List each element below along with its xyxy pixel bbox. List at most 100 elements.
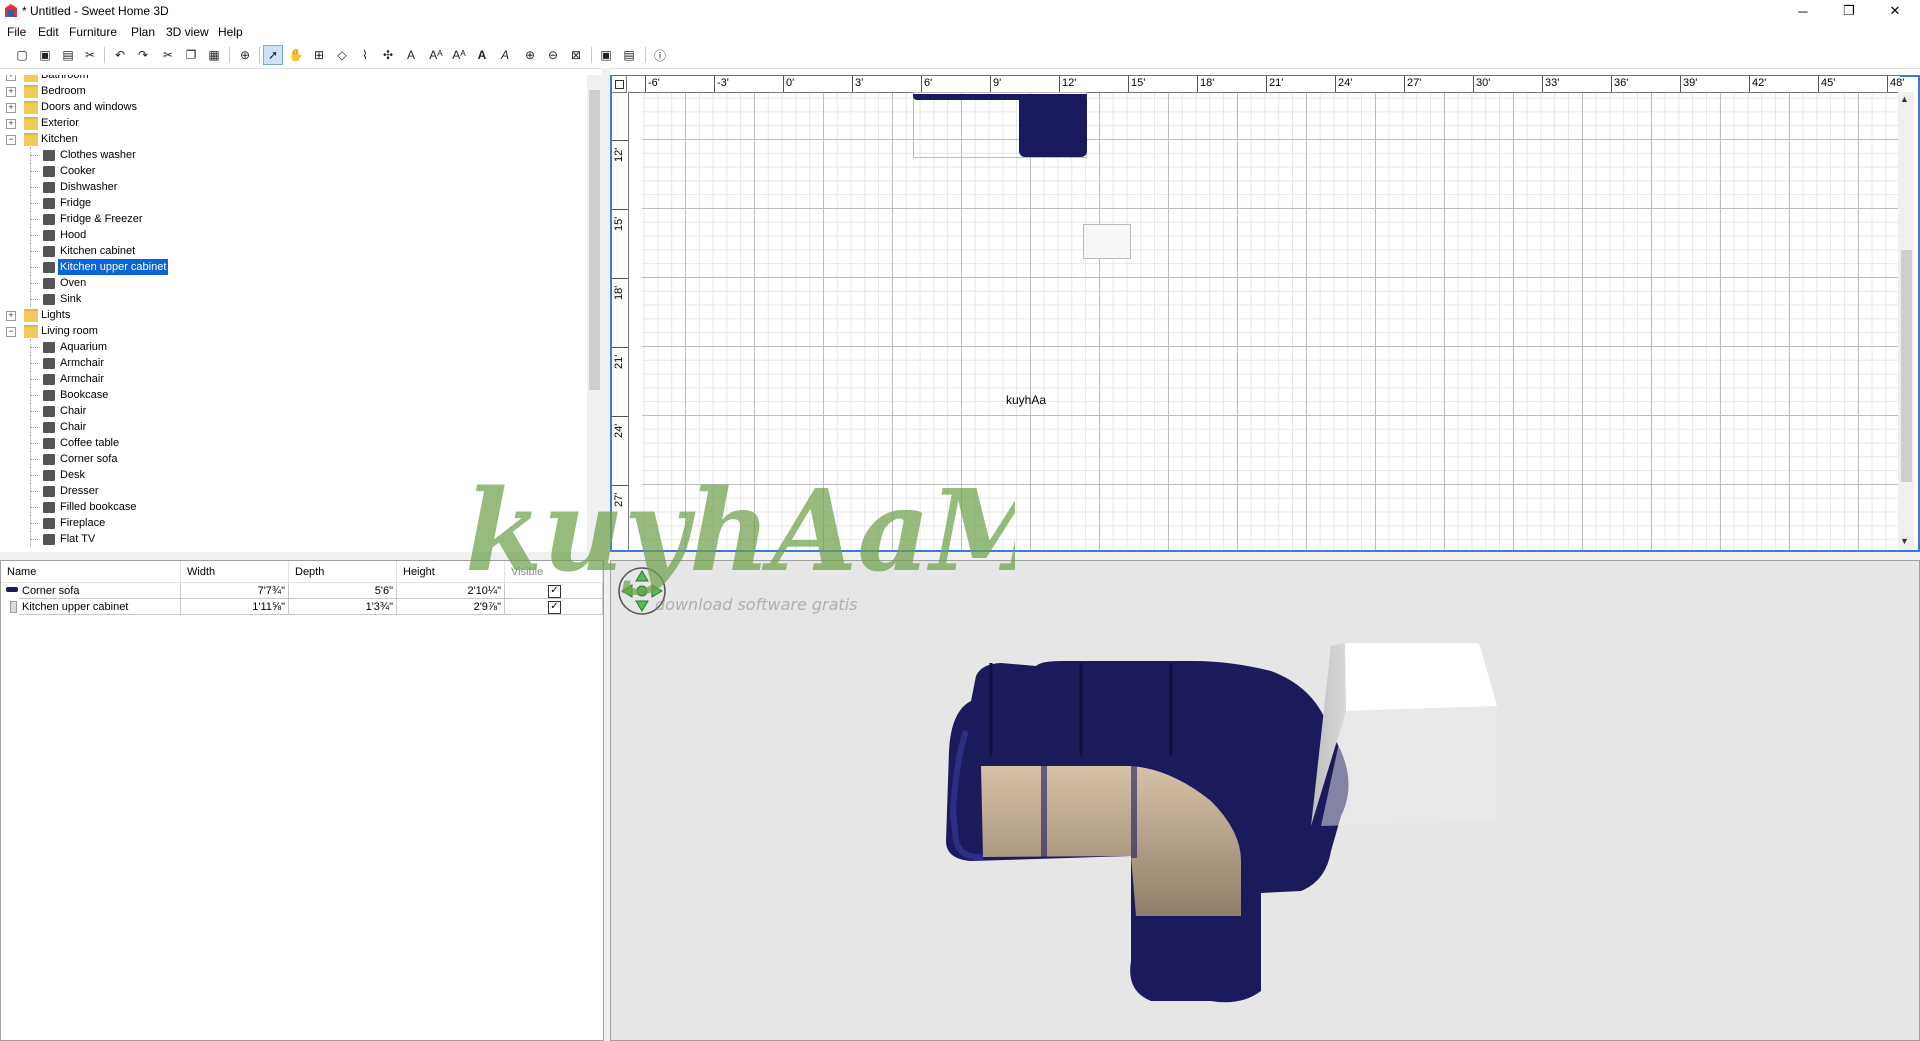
tree-item[interactable]: Kitchen cabinet: [0, 243, 580, 259]
furniture-item-icon: [43, 198, 55, 209]
tree-item[interactable]: Chair: [0, 403, 580, 419]
tree-item[interactable]: Hood: [0, 227, 580, 243]
tree-item[interactable]: Coffee table: [0, 435, 580, 451]
tree-category-label: Kitchen: [41, 133, 78, 145]
create-dimensions-icon[interactable]: ✣: [378, 45, 398, 65]
tree-item[interactable]: Chair: [0, 419, 580, 435]
furniture-item-icon: [43, 166, 55, 177]
kitchen-cabinet-3d: [1311, 643, 1497, 826]
ruler-x-label: -6': [648, 77, 660, 89]
tree-category-label: Doors and windows: [41, 101, 137, 113]
new-home-icon[interactable]: ▢: [12, 45, 32, 65]
bold-icon[interactable]: A: [472, 45, 492, 65]
tree-item[interactable]: Dishwasher: [0, 179, 580, 195]
ruler-y-label: 15': [613, 216, 625, 231]
tree-category[interactable]: − Living room: [0, 323, 580, 339]
menu-file[interactable]: File: [7, 25, 26, 39]
folder-icon: [24, 325, 38, 338]
tree-category[interactable]: + Lights: [0, 307, 580, 323]
expand-icon[interactable]: +: [6, 119, 16, 129]
ruler-y-label: 18': [613, 285, 625, 300]
menu-edit[interactable]: Edit: [38, 25, 59, 39]
tree-item-label: Armchair: [60, 373, 105, 385]
tree-category[interactable]: + Doors and windows: [0, 99, 580, 115]
tree-item-label: Filled bookcase: [60, 501, 137, 513]
tree-category[interactable]: + Bedroom: [0, 83, 580, 99]
tree-item[interactable]: Sink: [0, 291, 580, 307]
collapse-icon[interactable]: −: [6, 327, 16, 337]
menu-3d-view[interactable]: 3D view: [166, 25, 209, 39]
tree-item[interactable]: Armchair: [0, 355, 580, 371]
save-icon[interactable]: ✂: [80, 45, 100, 65]
scroll-down-arrow-icon[interactable]: ▼: [1900, 536, 1909, 546]
create-video-icon[interactable]: ▣: [596, 45, 616, 65]
tree-item[interactable]: Cooker: [0, 163, 580, 179]
pan-mode-icon[interactable]: ✋: [286, 45, 306, 65]
restore-button[interactable]: ❐: [1826, 0, 1872, 22]
create-polylines-icon[interactable]: ⌇: [355, 45, 375, 65]
select-mode-icon[interactable]: ➚: [263, 45, 283, 65]
minimize-button[interactable]: ─: [1780, 0, 1826, 22]
furniture-table: Name Width Depth Height Visible Corner s…: [0, 560, 604, 1041]
cut-icon[interactable]: ✂: [158, 45, 178, 65]
zoom-out-icon[interactable]: ⊖: [543, 45, 563, 65]
tree-item[interactable]: Kitchen upper cabinet: [0, 259, 580, 275]
new-from-demo-icon[interactable]: ▣: [35, 45, 55, 65]
menu-plan[interactable]: Plan: [131, 25, 155, 39]
add-furniture-icon[interactable]: ⊕: [235, 45, 255, 65]
preferences-icon[interactable]: ▤: [619, 45, 639, 65]
collapse-icon[interactable]: −: [6, 135, 16, 145]
expand-icon[interactable]: +: [6, 103, 16, 113]
increase-text-icon[interactable]: Aᴬ: [426, 45, 446, 65]
ruler-corner: [612, 76, 627, 93]
expand-icon[interactable]: +: [6, 311, 16, 321]
copy-icon[interactable]: ❐: [181, 45, 201, 65]
3d-view[interactable]: [610, 560, 1920, 1041]
tree-item-label: Aquarium: [60, 341, 108, 353]
close-button[interactable]: ✕: [1872, 0, 1918, 22]
col-header-depth[interactable]: Depth: [289, 561, 397, 583]
tree-item[interactable]: Fridge: [0, 195, 580, 211]
plan-scrollbar-thumb[interactable]: [1901, 250, 1912, 482]
expand-icon[interactable]: +: [6, 87, 16, 97]
tree-item[interactable]: Fridge & Freezer: [0, 211, 580, 227]
toolbar: ▢ ▣ ▤ ✂ ↶ ↷ ✂ ❐ ▦ ⊕ ➚ ✋ ⊞ ◇ ⌇ ✣ A Aᴬ Aᴬ …: [0, 42, 1920, 69]
3d-scene[interactable]: [611, 561, 1919, 1040]
tree-category-label: Bedroom: [41, 85, 86, 97]
open-icon[interactable]: ▤: [58, 45, 78, 65]
col-header-width[interactable]: Width: [181, 561, 289, 583]
menu-help[interactable]: Help: [218, 25, 243, 39]
tree-item[interactable]: Aquarium: [0, 339, 580, 355]
tree-item[interactable]: Oven: [0, 275, 580, 291]
tree-item[interactable]: Clothes washer: [0, 147, 580, 163]
decrease-text-icon[interactable]: Aᴬ: [449, 45, 469, 65]
col-header-name[interactable]: Name: [1, 561, 181, 583]
italic-icon[interactable]: A: [495, 45, 515, 65]
ruler-x-label: 45': [1821, 77, 1836, 89]
zoom-in-icon[interactable]: ⊕: [520, 45, 540, 65]
redo-icon[interactable]: ↷: [133, 45, 153, 65]
ruler-x-label: 36': [1614, 77, 1629, 89]
menu-furniture[interactable]: Furniture: [69, 25, 117, 39]
create-photo-icon[interactable]: ⊠: [566, 45, 586, 65]
tree-category[interactable]: + Exterior: [0, 115, 580, 131]
tree-item-label: Clothes washer: [60, 149, 136, 161]
tree-category[interactable]: − Kitchen: [0, 131, 580, 147]
create-labels-icon[interactable]: A: [401, 45, 421, 65]
help-icon[interactable]: ⓘ: [650, 45, 670, 65]
tree-category[interactable]: + Bathroom: [0, 75, 580, 83]
expand-icon[interactable]: +: [6, 75, 16, 81]
catalog-scrollbar-thumb[interactable]: [589, 90, 600, 390]
ruler-y-label: 21': [613, 354, 625, 369]
corner-sofa-plan[interactable]: [1019, 94, 1087, 157]
undo-icon[interactable]: ↶: [110, 45, 130, 65]
plan-text-label[interactable]: kuyhAa: [1006, 393, 1046, 407]
tree-item[interactable]: Armchair: [0, 371, 580, 387]
create-rooms-icon[interactable]: ◇: [332, 45, 352, 65]
paste-icon[interactable]: ▦: [204, 45, 224, 65]
create-walls-icon[interactable]: ⊞: [309, 45, 329, 65]
furniture-item-icon: [43, 470, 55, 481]
kitchen-upper-cabinet-plan[interactable]: [1083, 224, 1131, 259]
scroll-up-arrow-icon[interactable]: ▲: [1900, 94, 1909, 104]
tree-item[interactable]: Bookcase: [0, 387, 580, 403]
